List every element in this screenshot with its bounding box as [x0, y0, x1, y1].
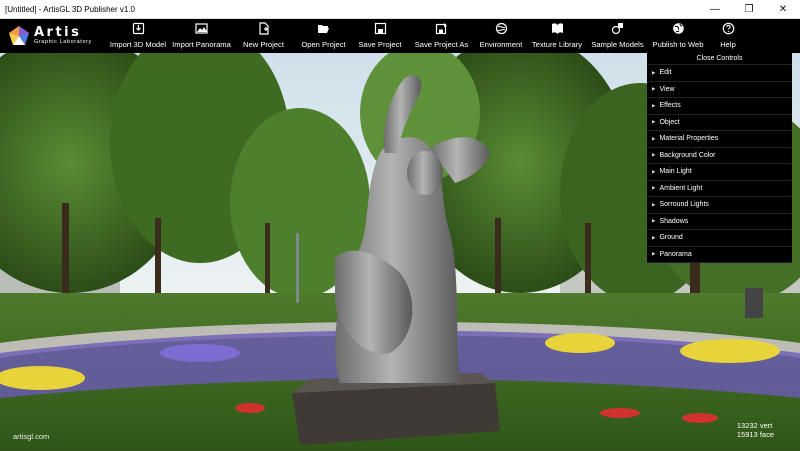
import-3d-model-label: Import 3D Model	[109, 40, 167, 49]
save-project-as-button[interactable]: Save Project As	[408, 19, 475, 53]
save-as-icon	[435, 22, 448, 35]
title-bar: [Untitled] - ArtisGL 3D Publisher v1.0 —…	[0, 0, 800, 19]
expand-arrow-icon: ▶	[652, 168, 656, 174]
maximize-button[interactable]: ❐	[732, 0, 766, 19]
minimize-button[interactable]: —	[698, 0, 732, 19]
publish-to-web-label: Publish to Web	[652, 40, 704, 49]
book-icon	[551, 22, 564, 35]
texture-library-label: Texture Library	[531, 40, 583, 49]
expand-arrow-icon: ▶	[652, 201, 656, 207]
logo-name: Artis	[34, 25, 82, 41]
expand-arrow-icon: ▶	[652, 119, 656, 125]
expand-arrow-icon: ▶	[652, 69, 656, 75]
panel-section-view[interactable]: ▶ View	[647, 82, 792, 98]
sample-models-label: Sample Models	[591, 40, 644, 49]
panel-section-shadows[interactable]: ▶ Shadows	[647, 214, 792, 230]
image-icon	[195, 22, 208, 35]
close-window-button[interactable]: ✕	[766, 0, 800, 19]
sample-models-button[interactable]: Sample Models	[587, 19, 648, 53]
panel-section-edit[interactable]: ▶ Edit	[647, 65, 792, 82]
panel-section-surround-lights[interactable]: ▶ Sorround Lights	[647, 197, 792, 214]
expand-arrow-icon: ▶	[652, 185, 656, 191]
site-url: artisgl.com	[13, 432, 50, 441]
panel-section-object[interactable]: ▶ Object	[647, 115, 792, 131]
close-controls-button[interactable]: Close Controls	[647, 53, 792, 65]
new-project-label: New Project	[243, 40, 284, 49]
import-3d-icon	[132, 22, 145, 35]
panel-section-ground[interactable]: ▶ Ground	[647, 230, 792, 247]
environment-button[interactable]: Environment	[475, 19, 527, 53]
logo-tagline: Graphic Laboratory	[34, 39, 92, 46]
panel-section-ambient-light[interactable]: ▶ Ambient Light	[647, 181, 792, 197]
expand-arrow-icon: ▶	[652, 152, 656, 158]
import-3d-model-button[interactable]: Import 3D Model	[105, 19, 171, 53]
import-panorama-button[interactable]: Import Panorama	[171, 19, 232, 53]
import-panorama-label: Import Panorama	[172, 40, 231, 49]
expand-arrow-icon: ▶	[652, 86, 656, 92]
new-project-button[interactable]: New Project	[232, 19, 295, 53]
vertex-count: 13232 vert	[736, 421, 773, 430]
texture-library-button[interactable]: Texture Library	[527, 19, 587, 53]
expand-arrow-icon: ▶	[652, 251, 656, 257]
controls-panel: Close Controls ▶ Edit ▶ View ▶ Effects ▶ Obj…	[647, 53, 792, 263]
panel-section-effects[interactable]: ▶ Effects	[647, 98, 792, 115]
environment-icon	[495, 22, 508, 35]
window-title: [Untitled] - ArtisGL 3D Publisher v1.0	[5, 4, 135, 14]
panel-section-background-color[interactable]: ▶ Background Color	[647, 148, 792, 164]
publish-to-web-button[interactable]: Publish to Web	[648, 19, 708, 53]
open-project-label: Open Project	[301, 40, 346, 49]
new-file-icon	[257, 22, 270, 35]
face-count: 15913 face	[736, 430, 774, 439]
expand-arrow-icon: ▶	[652, 234, 656, 240]
help-button[interactable]: Help	[708, 19, 748, 53]
main-toolbar: Artis Graphic Laboratory Import 3D Model…	[0, 19, 800, 53]
save-project-as-label: Save Project As	[414, 40, 469, 49]
expand-arrow-icon: ▶	[652, 135, 656, 141]
panel-section-panorama[interactable]: ▶ Panorama	[647, 247, 792, 263]
folder-open-icon	[317, 22, 330, 35]
expand-arrow-icon: ▶	[652, 218, 656, 224]
models-icon	[611, 22, 624, 35]
save-project-label: Save Project	[358, 40, 402, 49]
save-icon	[374, 22, 387, 35]
save-project-button[interactable]: Save Project	[352, 19, 408, 53]
expand-arrow-icon: ▶	[652, 102, 656, 108]
open-project-button[interactable]: Open Project	[295, 19, 352, 53]
environment-label: Environment	[479, 40, 523, 49]
help-icon	[722, 22, 735, 35]
model-stats: 13232 vert 15913 face	[737, 421, 774, 439]
panel-section-main-light[interactable]: ▶ Main Light	[647, 164, 792, 181]
artis-logo: Artis Graphic Laboratory	[0, 19, 105, 53]
help-label: Help	[720, 40, 736, 49]
panel-section-material-properties[interactable]: ▶ Material Properties	[647, 131, 792, 148]
artis-logo-icon	[9, 26, 29, 45]
globe-icon	[672, 22, 685, 35]
